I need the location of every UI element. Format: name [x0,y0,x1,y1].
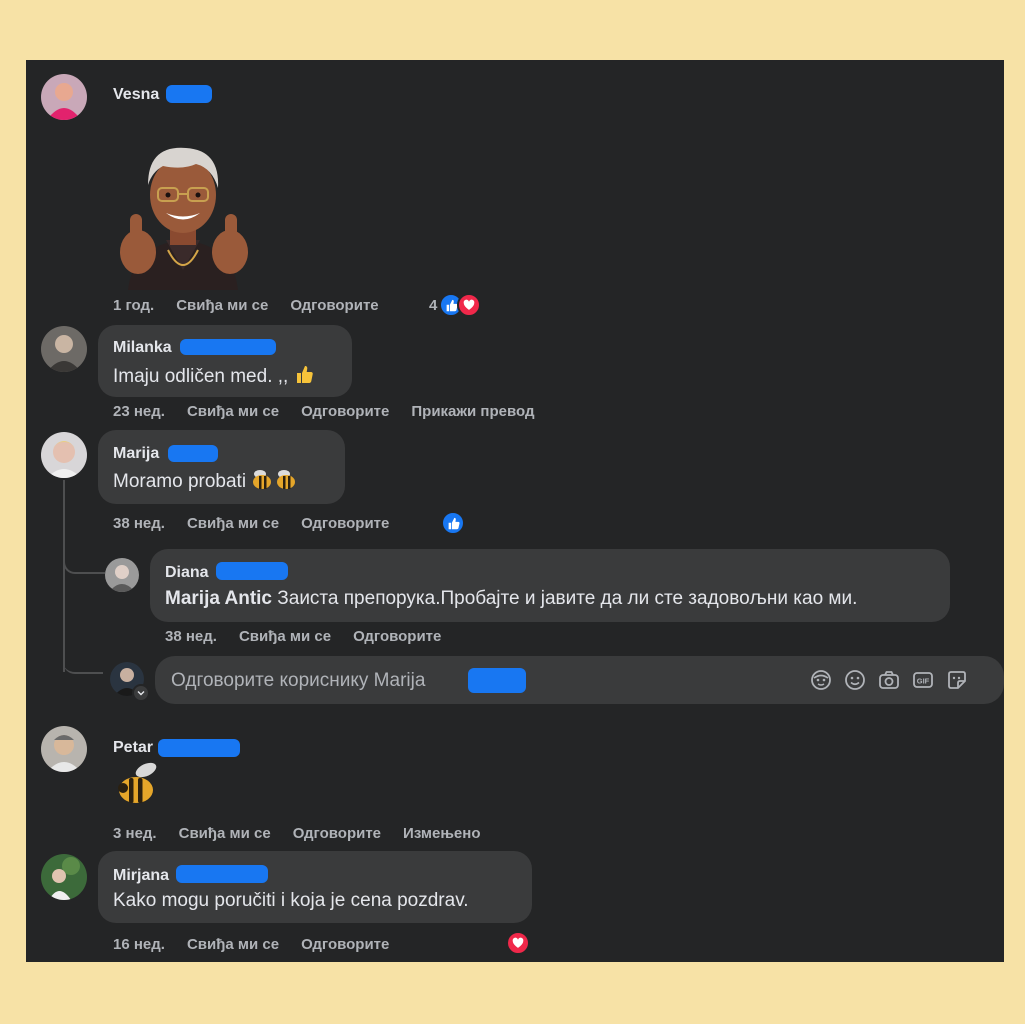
redaction-mark [168,445,218,462]
sticker-icon[interactable] [946,669,968,691]
like-link[interactable]: Свиђа ми се [176,297,268,314]
comment-meta: 23 нед. Свиђа ми се Одговорите Прикажи п… [113,403,535,420]
reply-link[interactable]: Одговорите [353,628,441,645]
thread-branch [63,542,105,574]
svg-text:GIF: GIF [917,677,930,686]
commenter-name[interactable]: Marija [113,445,159,463]
avatar-vesna[interactable] [41,74,87,120]
comment-text: Kako mogu poručiti i koja je cena pozdra… [113,890,469,911]
chevron-down-icon[interactable] [132,684,150,702]
like-link[interactable]: Свиђа ми се [179,825,271,842]
comments-panel: Vesna 1 год. Свиђа ми се Одговорите 4 Mi… [26,60,1004,962]
reply-link[interactable]: Одговорите [301,936,389,953]
commenter-name[interactable]: Vesna [113,86,159,104]
commenter-name[interactable]: Mirjana [113,867,169,885]
bee-icon [114,760,162,813]
comment-meta: 38 нед. Свиђа ми се Одговорите [165,628,441,645]
reaction-count: 4 [429,296,438,314]
love-reaction-icon [457,293,482,317]
gif-icon[interactable]: GIF [912,669,934,691]
timestamp[interactable]: 16 нед. [113,936,165,953]
bee-icon [251,468,297,496]
comment-text: Moramo probati [113,468,297,496]
comment-body: Заиста препорука.Пробајте и јавите да ли… [272,588,858,609]
like-link[interactable]: Свиђа ми се [239,628,331,645]
composer-tools: GIF [810,669,968,691]
comment-body: Moramo probati [113,471,247,493]
redaction-mark [468,668,526,693]
like-reaction-icon [441,511,465,535]
reply-bubble [150,549,950,622]
reply-placeholder: Одговорите кориснику Marija [171,670,426,691]
translate-link[interactable]: Прикажи превод [411,403,534,420]
thumbs-up-icon [294,364,314,390]
like-link[interactable]: Свиђа ми се [187,936,279,953]
reply-link[interactable]: Одговорите [301,515,389,532]
edited-label[interactable]: Измењено [403,825,480,842]
camera-icon[interactable] [878,669,900,691]
redaction-mark [176,865,268,883]
reply-link[interactable]: Одговорите [293,825,381,842]
reply-link[interactable]: Одговорите [301,403,389,420]
love-reaction-icon [506,931,530,955]
timestamp[interactable]: 3 нед. [113,825,157,842]
comment-body: Imaju odličen med. ,, [113,366,289,388]
comment-meta: 3 нед. Свиђа ми се Одговорите Измењено [113,825,481,842]
reaction-summary[interactable]: 4 [429,293,482,317]
redaction-mark [166,85,212,103]
like-link[interactable]: Свиђа ми се [187,515,279,532]
avatar-diana[interactable] [105,558,139,592]
timestamp[interactable]: 23 нед. [113,403,165,420]
reply-text: Marija Antic Заиста препорука.Пробајте и… [165,588,857,610]
timestamp[interactable]: 38 нед. [113,515,165,532]
timestamp[interactable]: 38 нед. [165,628,217,645]
reaction-summary[interactable] [506,931,530,955]
comment-meta: 1 год. Свиђа ми се Одговорите [113,297,379,314]
comment-text: Imaju odličen med. ,, [113,364,314,390]
comment-meta: 38 нед. Свиђа ми се Одговорите [113,515,389,532]
emoji-icon[interactable] [844,669,866,691]
comment-meta: 16 нед. Свиђа ми се Одговорите [113,936,389,953]
reply-link[interactable]: Одговорите [290,297,378,314]
redaction-mark [180,339,276,355]
memoji-sticker[interactable] [108,140,258,290]
comment-bubble [98,851,532,923]
avatar-mirjana[interactable] [41,854,87,900]
commenter-name[interactable]: Milanka [113,339,172,357]
like-link[interactable]: Свиђа ми се [187,403,279,420]
timestamp[interactable]: 1 год. [113,297,154,314]
avatar-sticker-icon[interactable] [810,669,832,691]
mention-link[interactable]: Marija Antic [165,588,272,609]
commenter-name[interactable]: Petar [113,739,153,757]
avatar-milanka[interactable] [41,326,87,372]
commenter-name[interactable]: Diana [165,564,209,582]
avatar-petar[interactable] [41,726,87,772]
avatar-marija[interactable] [41,432,87,478]
redaction-mark [216,562,288,580]
thread-branch [63,642,103,674]
reaction-summary[interactable] [441,511,465,535]
redaction-mark [158,739,240,757]
